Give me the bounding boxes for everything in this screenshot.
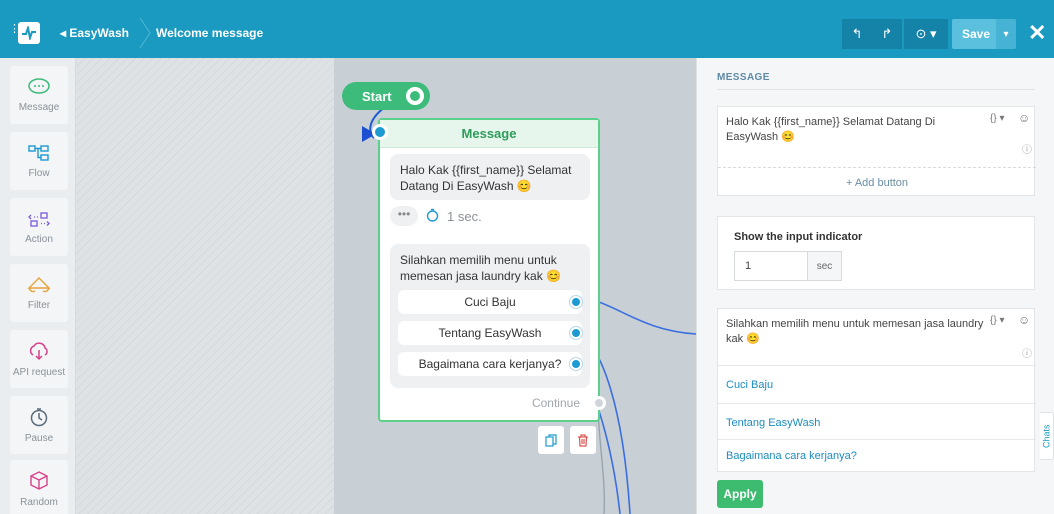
quick-reply-output-dot[interactable]: [570, 296, 582, 308]
close-icon[interactable]: ✕: [1028, 22, 1046, 44]
save-dropdown-caret[interactable]: ▾: [996, 19, 1016, 49]
typing-indicator: ••• 1 sec.: [390, 206, 482, 226]
tool-label: Random: [20, 496, 58, 508]
start-output-dot[interactable]: [406, 87, 424, 105]
indicator-seconds-input[interactable]: 1: [734, 251, 808, 281]
tool-filter[interactable]: Filter: [10, 264, 68, 322]
info-icon[interactable]: ⓘ: [1022, 345, 1032, 360]
quick-reply-button[interactable]: Cuci Baju: [398, 290, 582, 314]
tool-label: Flow: [28, 167, 50, 179]
tool-label: Pause: [24, 432, 54, 444]
chat-bubble-icon: [28, 77, 50, 94]
continue-output-dot[interactable]: [592, 396, 606, 410]
properties-panel: MESSAGE Halo Kak {{first_name}} Selamat …: [696, 58, 1054, 514]
history-dropdown[interactable]: ⊙ ▾: [904, 19, 948, 49]
typing-delay: 1 sec.: [447, 208, 482, 224]
tool-api-request[interactable]: API request: [10, 330, 68, 388]
canvas-hatched-area[interactable]: [76, 58, 334, 514]
add-button-button[interactable]: + Add button: [718, 167, 1036, 197]
duplicate-button[interactable]: [538, 426, 564, 454]
apply-button[interactable]: Apply: [717, 480, 763, 508]
bubble-text: Silahkan memilih menu untuk memesan jasa…: [400, 253, 562, 283]
app-logo-icon[interactable]: [18, 22, 40, 44]
divider: [717, 89, 1035, 90]
start-label: Start: [362, 88, 392, 104]
delete-button[interactable]: [570, 426, 596, 454]
input-indicator-card: Show the input indicator 1 sec: [717, 216, 1035, 290]
message-card: Silahkan memilih menu untuk memesan jasa…: [717, 308, 1036, 472]
tool-pause[interactable]: Pause: [10, 396, 68, 454]
quick-reply-button[interactable]: Bagaimana cara kerjanya?: [398, 352, 582, 376]
message-text: Silahkan memilih menu untuk memesan jasa…: [726, 318, 984, 345]
message-textarea[interactable]: Halo Kak {{first_name}} Selamat Datang D…: [718, 107, 1034, 167]
variable-dropdown[interactable]: {} ▾: [990, 315, 1004, 326]
message-card: Halo Kak {{first_name}} Selamat Datang D…: [717, 106, 1036, 197]
tool-label: Filter: [27, 299, 51, 311]
flow-icon: [28, 144, 49, 161]
typing-dots-icon: •••: [390, 206, 418, 226]
undo-button[interactable]: ↰: [842, 19, 872, 49]
indicator-title: Show the input indicator: [734, 231, 863, 243]
quick-reply-output-dot[interactable]: [570, 358, 582, 370]
tool-label: API request: [12, 366, 66, 378]
tool-label: Message: [18, 101, 60, 113]
quick-reply-output-dot[interactable]: [570, 327, 582, 339]
copy-icon: [545, 433, 557, 447]
tool-action[interactable]: Action: [10, 198, 68, 256]
send-icon: ◂: [60, 26, 70, 40]
api-cloud-icon: [29, 341, 48, 360]
tool-flow[interactable]: Flow: [10, 132, 68, 190]
info-icon[interactable]: ⓘ: [1022, 141, 1032, 156]
tool-label: Action: [25, 233, 53, 245]
action-icon: [28, 211, 50, 227]
continue-label: Continue: [531, 396, 580, 410]
section-title: MESSAGE: [717, 72, 770, 83]
indicator-unit: sec: [808, 251, 842, 281]
message-node[interactable]: Message Halo Kak {{first_name}} Selamat …: [372, 118, 606, 422]
quick-reply-button[interactable]: Tentang EasyWash: [398, 321, 582, 345]
dice-icon: [30, 470, 48, 490]
reply-button-cuci-baju[interactable]: Cuci Baju: [718, 365, 1036, 403]
top-bar: ⋮ ◂ EasyWash Welcome message ↰ ↱ ⊙ ▾ Sav…: [0, 0, 1054, 58]
tool-random[interactable]: Random: [10, 460, 68, 514]
back-link[interactable]: ◂ EasyWash: [60, 26, 129, 40]
message-bubble: Halo Kak {{first_name}} Selamat Datang D…: [390, 154, 590, 200]
message-textarea[interactable]: Silahkan memilih menu untuk memesan jasa…: [718, 309, 1034, 369]
reply-button-cara-kerja[interactable]: Bagaimana cara kerjanya?: [718, 439, 1036, 471]
variable-dropdown[interactable]: {} ▾: [990, 113, 1004, 124]
node-toolbar: Message Flow Action Filter API request P…: [0, 58, 76, 514]
breadcrumb-separator: [139, 18, 151, 48]
message-text: Halo Kak {{first_name}} Selamat Datang D…: [726, 116, 936, 143]
reply-button-tentang[interactable]: Tentang EasyWash: [718, 403, 1036, 441]
emoji-icon[interactable]: ☺: [1018, 111, 1030, 125]
start-node[interactable]: Start: [342, 82, 430, 110]
filter-icon: [27, 276, 51, 292]
trash-icon: [578, 433, 588, 447]
node-input-dot[interactable]: [372, 124, 388, 140]
redo-button[interactable]: ↱: [872, 19, 902, 49]
timer-icon: [30, 407, 48, 426]
page-title: Welcome message: [156, 26, 264, 40]
node-title: Message: [380, 120, 598, 148]
timer-icon: [426, 208, 439, 225]
emoji-icon[interactable]: ☺: [1018, 313, 1030, 327]
chats-tab[interactable]: Chats: [1040, 412, 1054, 460]
clock-icon: ⊙ ▾: [915, 26, 937, 41]
tool-message[interactable]: Message: [10, 66, 68, 124]
